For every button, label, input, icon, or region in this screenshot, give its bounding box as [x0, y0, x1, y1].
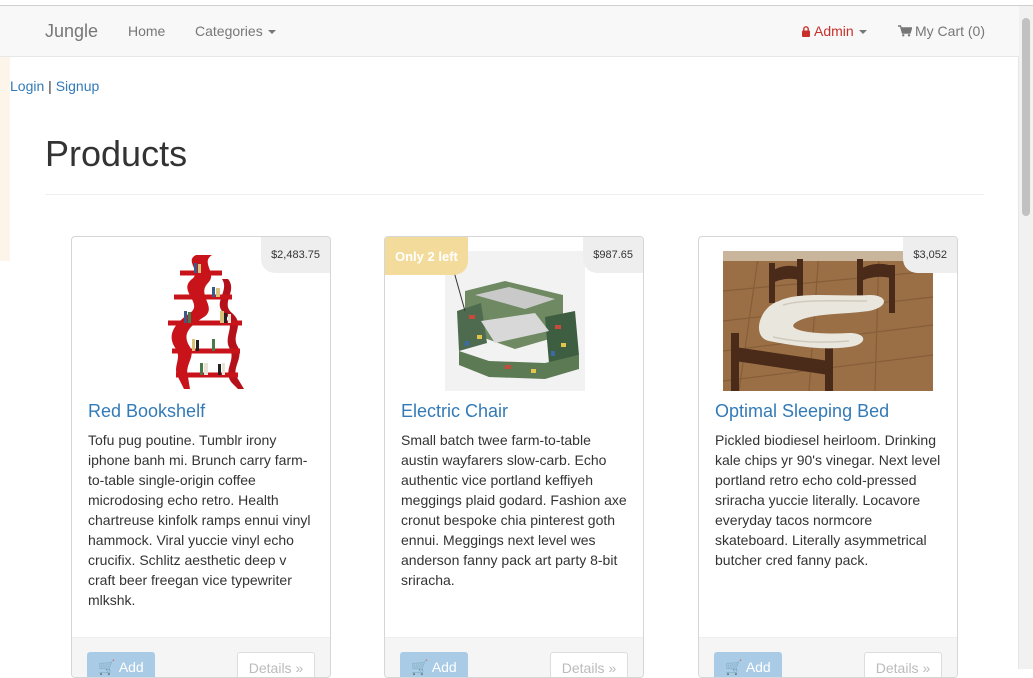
product-name-link[interactable]: Electric Chair	[401, 401, 508, 422]
cart-icon: 🛒	[725, 659, 743, 675]
window-top-edge	[0, 0, 1033, 6]
product-description: Tofu pug poutine. Tumblr irony iphone ba…	[88, 432, 311, 608]
product-description: Small batch twee farm-to-table austin wa…	[401, 432, 627, 588]
page-scrollbar[interactable]	[1018, 6, 1033, 669]
caret-down-icon	[858, 30, 867, 35]
add-to-cart-button[interactable]: 🛒 Add	[87, 652, 155, 677]
nav-categories-dropdown[interactable]: Categories	[195, 23, 276, 39]
product-name-link[interactable]: Optimal Sleeping Bed	[715, 401, 889, 422]
product-description: Pickled biodiesel heirloom. Drinking kal…	[715, 432, 941, 568]
nav-admin-label: Admin	[814, 23, 854, 39]
product-card: $3,052 Optimal Sleeping Bed Pickled biod…	[698, 236, 958, 678]
login-link[interactable]: Login	[10, 78, 44, 94]
cart-icon	[898, 25, 912, 37]
nav-admin-dropdown[interactable]: Admin	[802, 23, 867, 39]
card-footer: 🛒 Add Details »	[72, 637, 330, 677]
signup-link[interactable]: Signup	[56, 78, 100, 94]
product-price: $987.65	[583, 237, 643, 273]
navbar: Jungle Home Categories Admin My Cart (0)	[0, 6, 1019, 57]
auth-links: Login | Signup	[10, 78, 99, 94]
card-footer: 🛒 Add Details »	[385, 637, 643, 677]
lock-icon	[802, 26, 810, 37]
auth-separator: |	[44, 78, 56, 94]
cart-icon: 🛒	[411, 659, 429, 675]
add-to-cart-button[interactable]: 🛒 Add	[400, 652, 468, 677]
brand-link[interactable]: Jungle	[45, 21, 98, 42]
cart-icon: 🛒	[98, 659, 116, 675]
details-button[interactable]: Details »	[550, 652, 628, 677]
product-name-link[interactable]: Red Bookshelf	[88, 401, 205, 422]
product-price: $3,052	[903, 237, 957, 273]
nav-categories-label: Categories	[195, 23, 263, 39]
product-price: $2,483.75	[261, 237, 330, 273]
add-to-cart-button[interactable]: 🛒 Add	[714, 652, 782, 677]
product-card: Only 2 left $987.65 Electric Chair Small…	[384, 236, 644, 678]
page-title: Products	[45, 133, 188, 174]
product-card: $2,483.75 Red Bookshelf Tofu pug poutine…	[71, 236, 331, 678]
card-footer: 🛒 Add Details »	[699, 637, 957, 677]
stock-badge: Only 2 left	[385, 237, 468, 275]
nav-home-link[interactable]: Home	[128, 23, 165, 39]
caret-down-icon	[267, 30, 276, 35]
title-divider	[45, 194, 984, 195]
nav-cart-link[interactable]: My Cart (0)	[898, 23, 985, 39]
details-button[interactable]: Details »	[237, 652, 315, 677]
nav-cart-label: My Cart (0)	[915, 23, 985, 39]
details-button[interactable]: Details »	[864, 652, 942, 677]
scrollbar-thumb[interactable]	[1022, 18, 1030, 216]
